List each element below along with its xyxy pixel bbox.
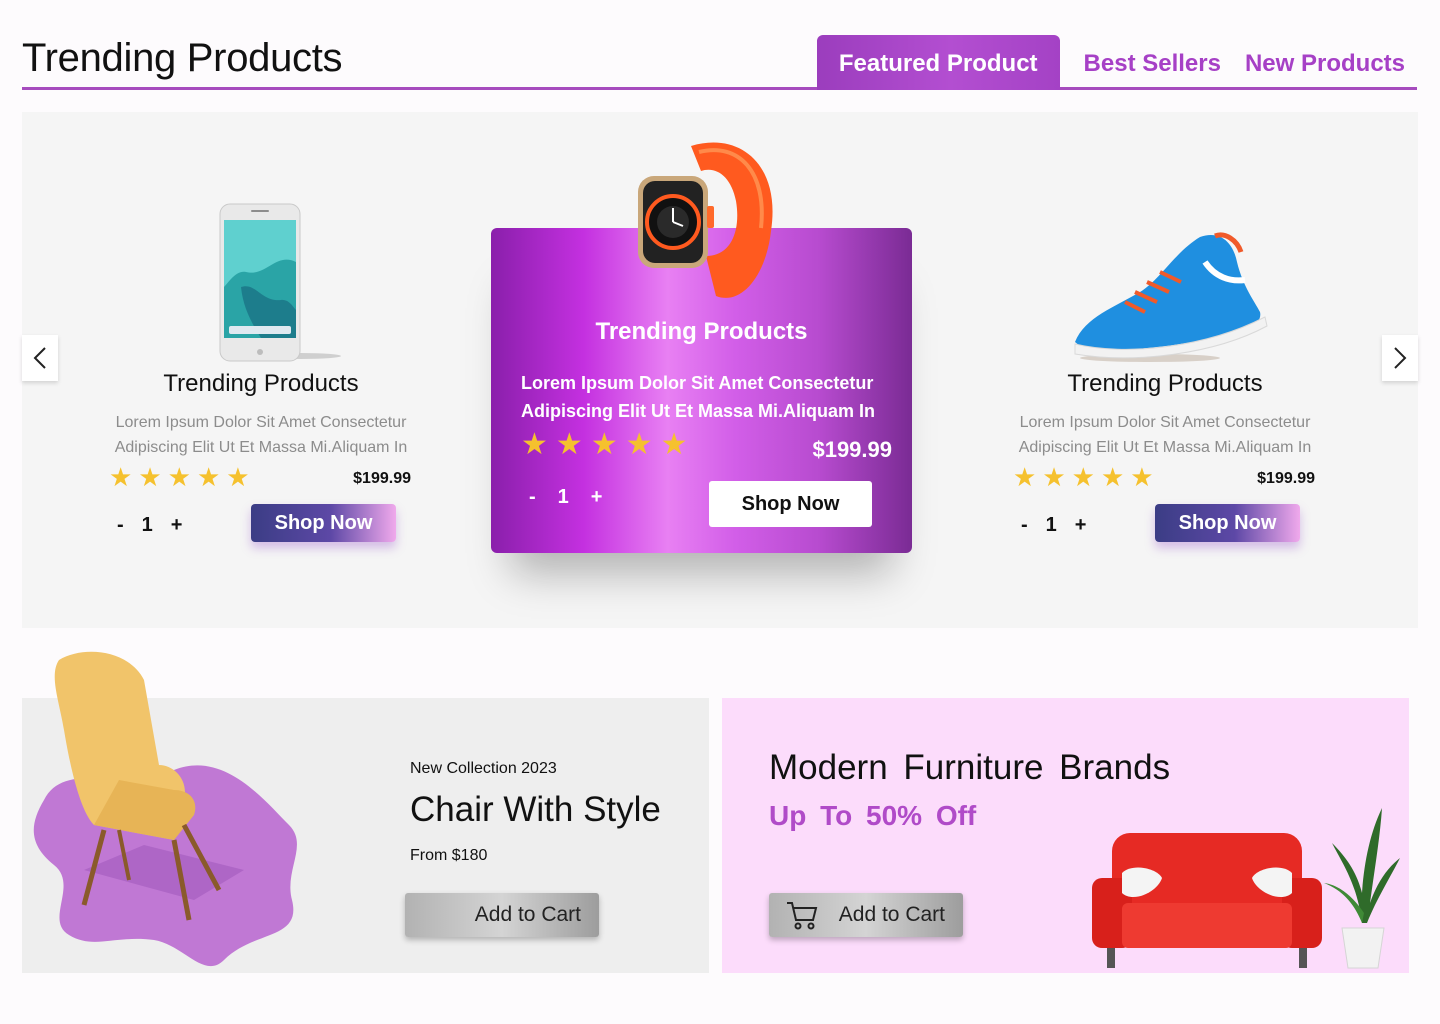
star-icon: ★ [109, 462, 133, 492]
product-card-sneaker: Trending Products Lorem Ipsum Dolor Sit … [975, 112, 1355, 554]
add-to-cart-button[interactable]: Add to Cart [405, 893, 599, 937]
star-icon: ★ [1042, 462, 1066, 492]
qty-decrease-button[interactable]: - [1021, 514, 1028, 537]
star-icon: ★ [625, 428, 653, 461]
chair-promo-banner: New Collection 2023 Chair With Style Fro… [22, 651, 709, 973]
star-icon: ★ [660, 428, 688, 461]
quantity-stepper: - 1 + [1021, 514, 1086, 537]
description-line: Adipiscing Elit Ut Et Massa Mi.Aliquam I… [114, 439, 408, 456]
product-carousel: Trending Products Lorem Ipsum Dolor Sit … [22, 112, 1418, 628]
rating-stars: ★ ★ ★ ★ ★ [109, 462, 250, 492]
page-title: Trending Products [22, 36, 343, 80]
star-icon: ★ [1071, 462, 1095, 492]
banner-title: Chair With Style [410, 790, 661, 829]
product-price: $199.99 [812, 437, 892, 462]
qty-value: 1 [1045, 514, 1057, 536]
description-line: Adipiscing Elit Ut Et Massa Mi.Aliquam I… [1018, 439, 1312, 456]
carousel-prev-button[interactable] [22, 335, 58, 381]
qty-decrease-button[interactable]: - [117, 514, 124, 537]
shopping-cart-icon [787, 902, 818, 930]
page: Trending Products Featured Product Best … [0, 0, 1440, 1024]
add-to-cart-label: Add to Cart [838, 903, 945, 926]
furniture-promo-banner: Modern Furniture Brands Up To 50% Off Ad… [722, 698, 1409, 973]
product-name: Trending Products [1067, 370, 1263, 397]
add-to-cart-button[interactable]: Add to Cart [769, 893, 963, 937]
tab-featured-product[interactable]: Featured Product [816, 35, 1060, 90]
carousel-next-button[interactable] [1382, 335, 1418, 381]
product-name: Trending Products [163, 370, 359, 397]
sofa-image [1092, 833, 1322, 968]
rating-stars: ★ ★ ★ ★ ★ [1013, 462, 1154, 492]
star-icon: ★ [167, 462, 191, 492]
shop-now-button[interactable]: Shop Now [709, 481, 872, 527]
banner-price: From $180 [410, 847, 488, 864]
star-icon: ★ [1013, 462, 1037, 492]
section-header: Trending Products Featured Product Best … [22, 30, 1417, 90]
sneaker-image [975, 112, 1355, 362]
product-price: $199.99 [353, 470, 411, 487]
qty-increase-button[interactable]: + [591, 486, 603, 509]
tab-bar: Featured Product Best Sellers New Produc… [816, 35, 1417, 90]
description-line: Adipiscing Elit Ut Et Massa Mi.Aliquam I… [521, 401, 876, 421]
quantity-stepper: - 1 + [117, 514, 182, 537]
phone-image [71, 112, 451, 362]
description-line: Lorem Ipsum Dolor Sit Amet Consectetur [1019, 414, 1311, 431]
product-description: Lorem Ipsum Dolor Sit Amet Consectetur A… [521, 369, 875, 425]
star-icon: ★ [226, 462, 250, 492]
add-to-cart-label: Add to Cart [474, 903, 581, 926]
product-name: Trending Products [595, 318, 808, 345]
product-card-phone: Trending Products Lorem Ipsum Dolor Sit … [71, 112, 451, 554]
product-price: $199.99 [1257, 470, 1315, 487]
star-icon: ★ [590, 428, 618, 461]
tab-best-sellers[interactable]: Best Sellers [1072, 38, 1233, 90]
qty-increase-button[interactable]: + [1075, 514, 1087, 537]
discount-offer: Up To 50% Off [769, 800, 977, 831]
description-line: Lorem Ipsum Dolor Sit Amet Consectetur [115, 414, 407, 431]
smartwatch-image [638, 142, 773, 298]
star-icon: ★ [196, 462, 221, 492]
star-icon: ★ [521, 428, 548, 461]
product-description: Lorem Ipsum Dolor Sit Amet Consectetur A… [71, 410, 451, 460]
banner-title: Modern Furniture Brands [769, 748, 1171, 787]
rating-stars: ★ ★ ★ ★ ★ [521, 430, 688, 460]
qty-value: 1 [141, 514, 153, 536]
star-icon: ★ [1130, 462, 1154, 492]
product-description: Lorem Ipsum Dolor Sit Amet Consectetur A… [975, 410, 1355, 460]
chevron-right-icon [1394, 347, 1407, 369]
shop-now-button[interactable]: Shop Now [251, 504, 396, 542]
star-icon: ★ [555, 428, 583, 461]
armchair-image [33, 651, 297, 967]
star-icon: ★ [138, 462, 162, 492]
description-line: Lorem Ipsum Dolor Sit Amet Consectetur [521, 373, 874, 393]
qty-decrease-button[interactable]: - [529, 486, 536, 509]
potted-plant-image [1324, 808, 1400, 969]
quantity-stepper: - 1 + [529, 486, 602, 509]
product-card-featured: Trending Products Lorem Ipsum Dolor Sit … [491, 142, 912, 553]
collection-label: New Collection 2023 [410, 760, 557, 777]
qty-value: 1 [557, 486, 569, 508]
chevron-left-icon [33, 347, 46, 369]
tab-new-products[interactable]: New Products [1233, 38, 1417, 90]
qty-increase-button[interactable]: + [171, 514, 183, 537]
shop-now-button[interactable]: Shop Now [1155, 504, 1300, 542]
star-icon: ★ [1100, 462, 1125, 492]
